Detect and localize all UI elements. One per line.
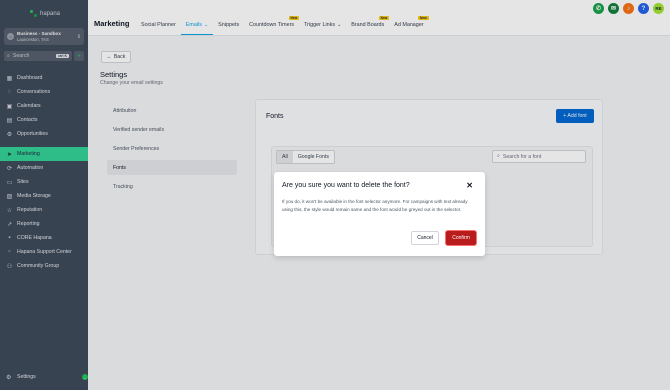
confirm-button[interactable]: Confirm [445,230,477,246]
app-root: hapana ⌂ Business - Sandbox Launceston, … [0,0,670,390]
dialog-body: If you do, it won't be available in the … [282,199,468,212]
delete-font-dialog: Are you sure you want to delete the font… [274,172,485,256]
dialog-title: Are you sure you want to delete the font… [282,182,410,189]
close-icon[interactable]: ✕ [466,181,473,190]
cancel-button[interactable]: Cancel [411,231,439,245]
